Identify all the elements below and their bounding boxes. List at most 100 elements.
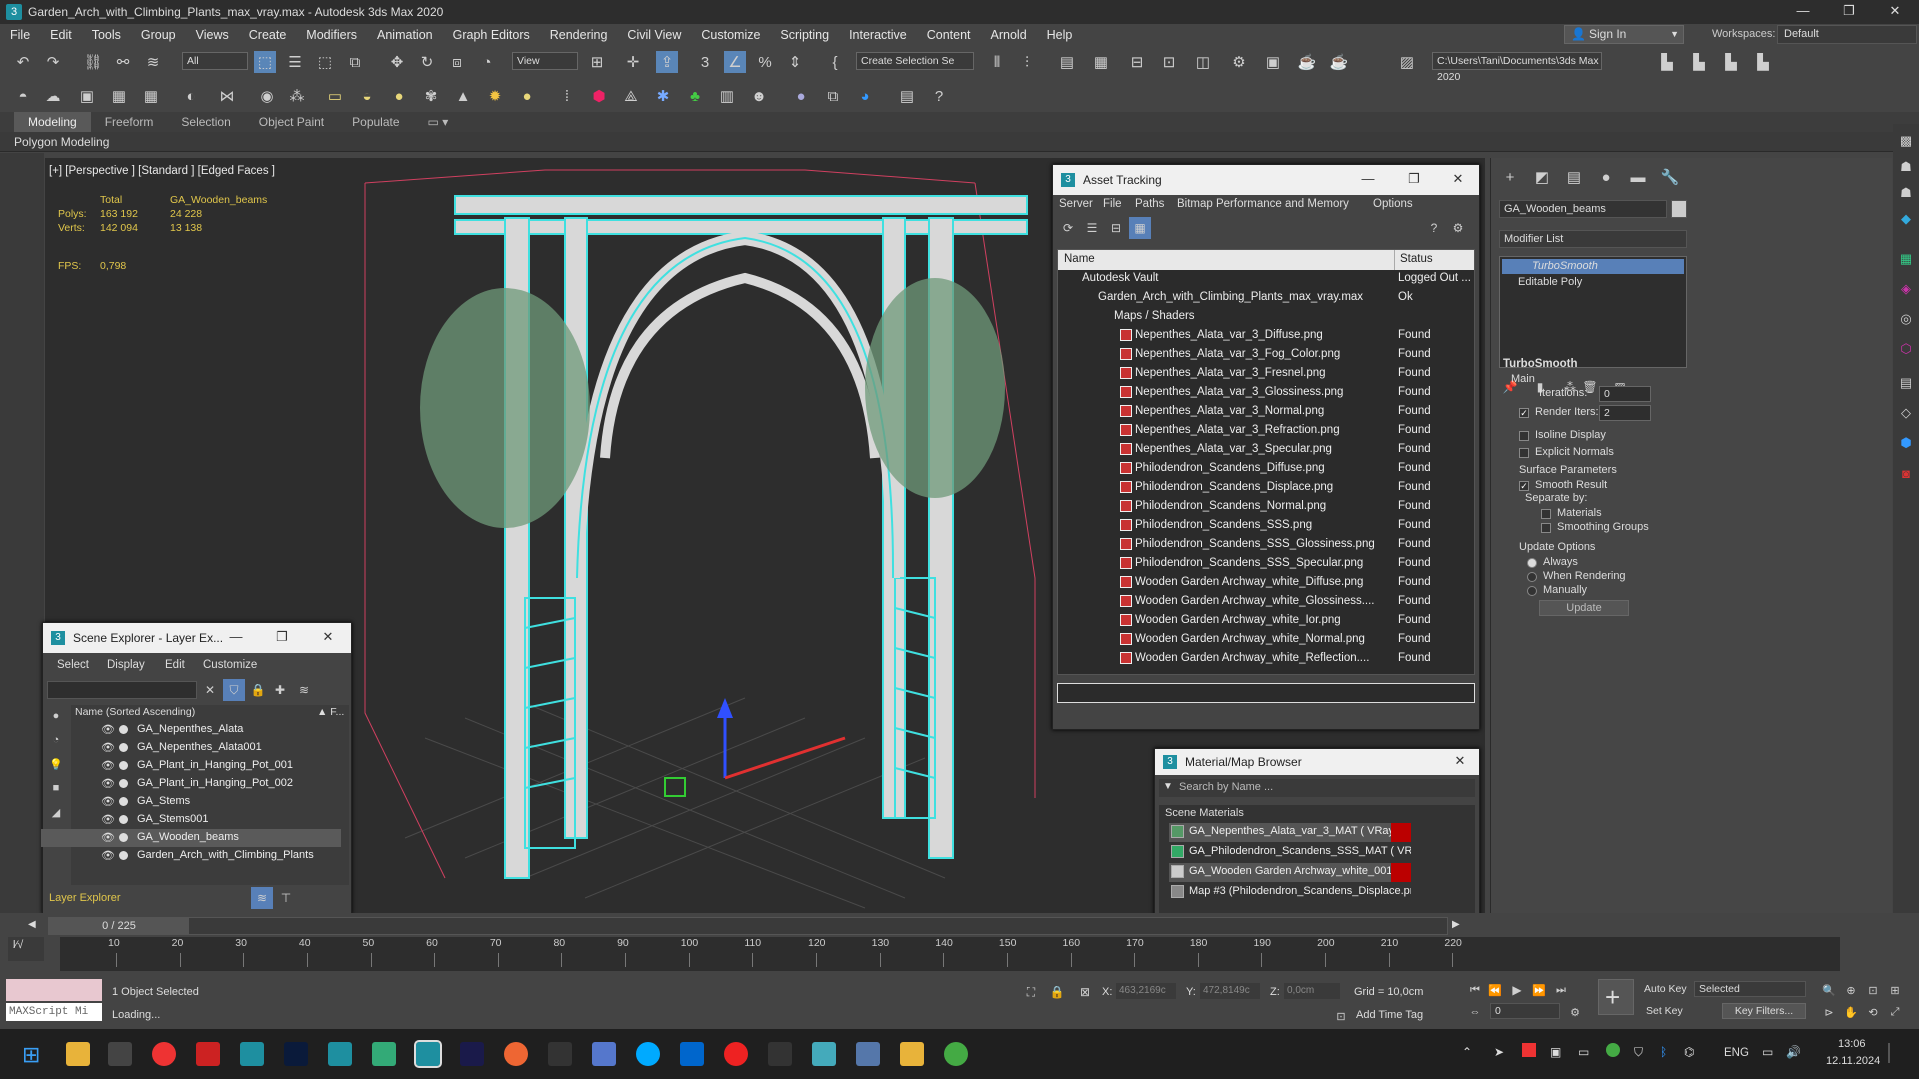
freeze-dot-icon[interactable] — [119, 797, 128, 806]
zoom-extents-icon[interactable]: ⊡ — [1862, 979, 1884, 1001]
tool-icon-1[interactable]: ☗ — [1895, 156, 1917, 178]
rotate-icon[interactable]: ↻ — [416, 51, 438, 73]
reference-coord-dropdown[interactable]: View — [512, 52, 578, 70]
tab-modeling[interactable]: Modeling — [14, 112, 91, 132]
menu-customize[interactable]: Customize — [691, 28, 770, 42]
freeze-dot-icon[interactable] — [119, 743, 128, 752]
select-by-name-icon[interactable]: ☰ — [284, 51, 306, 73]
nvidia-tray-icon[interactable]: ▣ — [1550, 1045, 1561, 1059]
dome-icon[interactable]: ◒ — [356, 85, 378, 107]
visibility-eye-icon[interactable]: 👁 — [101, 831, 115, 844]
asset-menu-options[interactable]: Options — [1373, 198, 1413, 210]
next-frame-icon[interactable]: ▶ — [1452, 919, 1460, 930]
utorrent-tray-icon[interactable] — [1606, 1043, 1620, 1057]
render-icon[interactable]: ☕ — [1296, 51, 1318, 73]
undo-icon[interactable]: ↶ — [12, 51, 34, 73]
asset-menu-paths[interactable]: Paths — [1135, 198, 1164, 210]
always-radio[interactable] — [1527, 557, 1537, 568]
calculator-icon[interactable]: ▦ — [108, 85, 130, 107]
render-activeshade-icon[interactable]: ☕ — [1328, 51, 1350, 73]
schematic-view-icon[interactable]: ⊡ — [1158, 51, 1180, 73]
app-icon-blue[interactable] — [680, 1042, 704, 1066]
set-key-button[interactable]: Set Key — [1642, 1003, 1688, 1019]
checker-icon[interactable]: ▩ — [1895, 130, 1917, 152]
show-desktop[interactable] — [1888, 1043, 1890, 1063]
container-icon-2[interactable]: ▙ — [1688, 51, 1710, 73]
tray-chevron-icon[interactable]: ⌃ — [1462, 1045, 1472, 1059]
keyboard-shortcut-icon[interactable]: ⇪ — [656, 51, 678, 73]
clear-search-icon[interactable]: ✕ — [199, 679, 221, 701]
usb-icon[interactable]: ⌬ — [1684, 1045, 1694, 1059]
visibility-eye-icon[interactable]: 👁 — [101, 795, 115, 808]
maxscript-listener[interactable] — [6, 979, 102, 1001]
save-icon[interactable] — [592, 1042, 616, 1066]
grid-icon[interactable]: ▦ — [140, 85, 162, 107]
time-config-icon[interactable]: ⚙ — [1564, 1001, 1586, 1023]
rollout-title[interactable]: TurboSmooth — [1503, 358, 1578, 370]
update-button[interactable]: Update — [1539, 600, 1629, 616]
total-commander-icon[interactable] — [196, 1042, 220, 1066]
rendered-frame-icon[interactable]: ▣ — [1262, 51, 1284, 73]
tool-icon-3[interactable]: ◆ — [1895, 208, 1917, 230]
photoshop-icon[interactable] — [284, 1042, 308, 1066]
refresh-icon[interactable]: ⟳ — [1057, 217, 1079, 239]
x-coord-field[interactable]: 463,2169c — [1116, 983, 1176, 999]
select-object-icon[interactable]: ⬚ — [254, 51, 276, 73]
decal-icon[interactable]: ⬢ — [588, 85, 610, 107]
tree-icon[interactable]: ⊟ — [1105, 217, 1127, 239]
visibility-eye-icon[interactable]: 👁 — [101, 723, 115, 736]
edit-named-sel-icon[interactable]: { — [824, 51, 846, 73]
scene-object-row[interactable]: 👁 Garden_Arch_with_Climbing_Plants — [41, 847, 341, 865]
when-rendering-radio[interactable] — [1527, 571, 1537, 582]
workspace-dropdown[interactable]: Default — [1777, 25, 1917, 44]
freeze-dot-icon[interactable] — [119, 725, 128, 734]
col-name[interactable]: Name — [1064, 253, 1095, 265]
orbit-icon[interactable]: ⟲ — [1862, 1001, 1884, 1023]
viewport-label[interactable]: [+] [Perspective ] [Standard ] [Edged Fa… — [49, 165, 275, 177]
mesh-light-icon[interactable]: ✾ — [420, 85, 442, 107]
tool-icon-11[interactable]: ◙ — [1895, 462, 1917, 484]
grammarly-icon[interactable] — [504, 1042, 528, 1066]
clock-date[interactable]: 12.11.2024 — [1826, 1055, 1880, 1067]
mesh-icon[interactable]: ⋈ — [216, 85, 238, 107]
menu-group[interactable]: Group — [131, 28, 186, 42]
proxy-icon[interactable]: ◉ — [256, 85, 278, 107]
snaps-toggle-icon[interactable]: 3 — [694, 51, 716, 73]
help-icon[interactable]: ? — [928, 85, 950, 107]
scene-object-row[interactable]: 👁 GA_Nepenthes_Alata — [41, 721, 341, 739]
minimize-button[interactable]: — — [1780, 0, 1826, 24]
time-slider[interactable]: 0 / 225 — [48, 917, 1448, 935]
tool-icon-2[interactable]: ☗ — [1895, 182, 1917, 204]
tool-icon-8[interactable]: ▤ — [1895, 372, 1917, 394]
maximize-viewport-icon[interactable]: ⤢ — [1884, 1001, 1906, 1023]
display-tab-icon[interactable]: ▬ — [1627, 166, 1649, 188]
list-icon[interactable]: ☰ — [1081, 217, 1103, 239]
asset-row-map[interactable]: Philodendron_Scandens_SSS.png Found — [1058, 517, 1474, 536]
close-button[interactable]: ✕ — [305, 623, 351, 653]
render-iters-spinner[interactable]: 2 — [1599, 405, 1651, 421]
z-coord-field[interactable]: 0,0cm — [1284, 983, 1340, 999]
freeze-dot-icon[interactable] — [119, 833, 128, 842]
table-icon[interactable]: ▦ — [1129, 217, 1151, 239]
goto-start-icon[interactable]: ⏮ — [1464, 979, 1486, 1001]
rect-region-icon[interactable]: ⬚ — [314, 51, 336, 73]
maxscript-input[interactable]: MAXScript Mi — [6, 1003, 102, 1021]
asset-row-vault[interactable]: Autodesk Vault Logged Out ... — [1058, 270, 1474, 289]
explicit-normals-checkbox[interactable] — [1519, 447, 1529, 458]
material-item[interactable]: GA_Nepenthes_Alata_var_3_MAT ( VRayMtl )… — [1169, 823, 1411, 842]
visibility-eye-icon[interactable]: 👁 — [101, 813, 115, 826]
material-item[interactable]: Map #3 (Philodendron_Scandens_Displace.p… — [1169, 883, 1411, 902]
asset-row-map[interactable]: Nepenthes_Alata_var_3_Fog_Color.png Found — [1058, 346, 1474, 365]
se-menu-select[interactable]: Select — [57, 659, 89, 671]
utorrent-icon[interactable] — [944, 1042, 968, 1066]
menu-create[interactable]: Create — [239, 28, 297, 42]
pan-icon[interactable]: ✋ — [1840, 1001, 1862, 1023]
display-tray-icon[interactable]: ▭ — [1578, 1045, 1589, 1059]
asset-row-map[interactable]: Philodendron_Scandens_SSS_Specular.png Fo… — [1058, 555, 1474, 574]
prev-key-icon[interactable]: ⏪ — [1484, 979, 1506, 1001]
bluetooth-icon[interactable]: ᛒ — [1660, 1045, 1667, 1059]
absolute-mode-icon[interactable]: ⊠ — [1074, 981, 1096, 1003]
asset-row-map[interactable]: Nepenthes_Alata_var_3_Diffuse.png Found — [1058, 327, 1474, 346]
layer-mode-icon[interactable]: ≋ — [251, 887, 273, 909]
notepad-icon[interactable] — [372, 1042, 396, 1066]
